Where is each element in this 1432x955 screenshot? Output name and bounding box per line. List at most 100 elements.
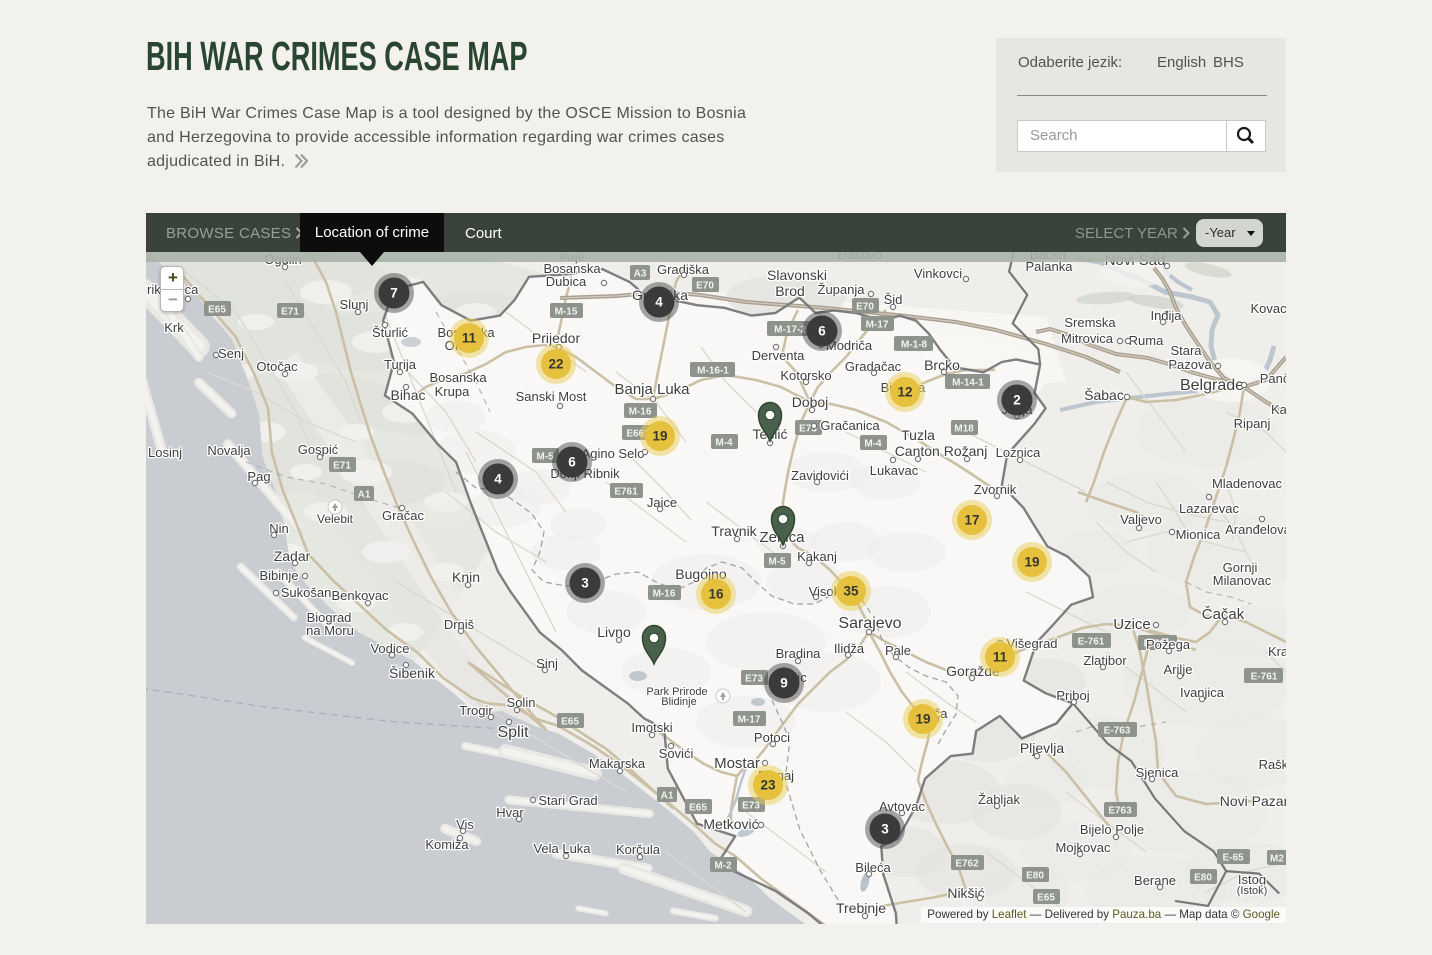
svg-text:Dubica: Dubica	[546, 274, 587, 289]
svg-text:22: 22	[548, 357, 563, 372]
svg-text:Split: Split	[497, 724, 529, 741]
svg-text:Banja Luka: Banja Luka	[614, 381, 690, 398]
svg-text:Novi Pazar: Novi Pazar	[1220, 793, 1286, 809]
svg-text:Kovaci: Kovaci	[1250, 301, 1286, 316]
svg-text:Belgrade: Belgrade	[1180, 377, 1244, 394]
svg-text:E65: E65	[561, 717, 579, 728]
svg-text:A1: A1	[661, 791, 674, 802]
svg-text:M-5: M-5	[536, 452, 554, 463]
svg-text:E65: E65	[208, 305, 226, 316]
svg-text:Pazova: Pazova	[1168, 357, 1212, 372]
svg-text:Solin: Solin	[507, 695, 536, 710]
svg-text:Losinj: Losinj	[148, 445, 182, 460]
svg-text:9: 9	[780, 676, 788, 691]
svg-text:11: 11	[462, 331, 477, 346]
svg-text:4: 4	[655, 295, 663, 310]
svg-text:Tuzla: Tuzla	[901, 427, 935, 443]
svg-text:E80: E80	[1194, 873, 1212, 884]
svg-text:E70: E70	[696, 281, 714, 292]
svg-text:Bileća: Bileća	[855, 860, 891, 875]
svg-text:Županja: Županja	[818, 282, 866, 297]
svg-text:16: 16	[708, 587, 724, 602]
svg-text:M-1-8: M-1-8	[901, 340, 928, 351]
svg-text:Gračanica: Gračanica	[820, 418, 880, 433]
svg-text:Lazarevac: Lazarevac	[1179, 501, 1239, 516]
svg-text:M18: M18	[954, 424, 974, 435]
svg-text:E-761: E-761	[1078, 637, 1105, 648]
svg-text:Blidinje: Blidinje	[661, 696, 696, 708]
svg-text:Travnik: Travnik	[711, 523, 757, 539]
svg-text:Mladenovac: Mladenovac	[1212, 476, 1283, 491]
svg-text:Sukošan: Sukošan	[281, 585, 332, 600]
svg-text:M-4: M-4	[715, 438, 733, 449]
svg-text:35: 35	[843, 584, 859, 599]
svg-text:E73: E73	[742, 801, 760, 812]
svg-text:Sremska: Sremska	[1064, 315, 1116, 330]
svg-text:Derventa: Derventa	[752, 348, 806, 363]
svg-text:Zavidovići: Zavidovići	[791, 468, 849, 483]
svg-text:E73: E73	[745, 674, 763, 685]
svg-text:E762: E762	[955, 859, 979, 870]
svg-text:17: 17	[964, 513, 979, 528]
svg-text:Pag: Pag	[247, 469, 270, 484]
svg-text:3: 3	[881, 822, 889, 837]
svg-text:Stari Grad: Stari Grad	[538, 793, 597, 808]
svg-text:Vinkovci: Vinkovci	[914, 266, 962, 281]
svg-text:Šabac: Šabac	[1084, 387, 1124, 403]
svg-text:E761: E761	[614, 487, 638, 498]
svg-text:M-17: M-17	[866, 320, 889, 331]
svg-text:M-5: M-5	[768, 557, 786, 568]
svg-text:Trebinje: Trebinje	[836, 900, 886, 916]
svg-text:E80: E80	[1026, 871, 1044, 882]
svg-text:(Istok): (Istok)	[1237, 885, 1268, 897]
svg-text:Lukavac: Lukavac	[870, 463, 919, 478]
svg-text:Ripanj: Ripanj	[1234, 416, 1271, 431]
svg-text:E763: E763	[1108, 806, 1132, 817]
svg-text:Livno: Livno	[597, 624, 631, 640]
svg-text:Novalja: Novalja	[207, 443, 251, 458]
svg-text:E-65: E-65	[1222, 853, 1244, 864]
svg-text:Vela Luka: Vela Luka	[533, 841, 591, 856]
svg-text:Canton Rožanj: Canton Rožanj	[895, 443, 988, 459]
svg-text:Otočac: Otočac	[256, 359, 298, 374]
svg-text:M-4: M-4	[864, 439, 882, 450]
svg-text:Metković: Metković	[703, 816, 758, 832]
svg-text:M-15: M-15	[555, 307, 578, 318]
svg-text:Šturlić: Šturlić	[372, 325, 409, 340]
svg-text:Milanovac: Milanovac	[1213, 573, 1272, 588]
svg-text:6: 6	[568, 455, 576, 470]
svg-text:Mitrovica: Mitrovica	[1061, 331, 1114, 346]
svg-text:Sjenica: Sjenica	[1136, 765, 1179, 780]
svg-text:Benkovac: Benkovac	[331, 588, 389, 603]
svg-text:Krupa: Krupa	[435, 384, 470, 399]
svg-text:Bosanska: Bosanska	[429, 370, 487, 385]
svg-text:Mostar: Mostar	[714, 755, 760, 772]
svg-text:Stara: Stara	[1170, 343, 1202, 358]
svg-text:Prijedor: Prijedor	[532, 330, 581, 346]
svg-text:Valjevo: Valjevo	[1120, 512, 1162, 527]
svg-text:Raška: Raška	[1259, 757, 1286, 772]
svg-text:Sanski Most: Sanski Most	[516, 389, 587, 404]
svg-text:E71: E71	[281, 307, 299, 318]
svg-text:Kralj: Kralj	[1268, 644, 1286, 659]
svg-text:E-763: E-763	[1104, 726, 1131, 737]
svg-text:M-17: M-17	[738, 715, 761, 726]
svg-text:M-2: M-2	[714, 861, 732, 872]
svg-text:Krk: Krk	[164, 320, 184, 335]
svg-text:M-16-1: M-16-1	[697, 366, 729, 377]
svg-text:Šibenik: Šibenik	[389, 665, 436, 681]
svg-text:M2: M2	[1270, 854, 1284, 865]
svg-text:Makarska: Makarska	[589, 756, 646, 771]
svg-text:E-761: E-761	[1251, 672, 1278, 683]
svg-text:2: 2	[1013, 393, 1021, 408]
svg-text:A1: A1	[358, 490, 371, 501]
svg-text:M-17-2: M-17-2	[774, 325, 806, 336]
svg-text:Ruma: Ruma	[1129, 333, 1164, 348]
svg-text:Bibinje: Bibinje	[259, 568, 298, 583]
svg-text:na Moru: na Moru	[306, 623, 354, 638]
svg-text:E71: E71	[333, 461, 351, 472]
svg-text:Senj: Senj	[218, 346, 244, 361]
svg-text:E70: E70	[856, 302, 874, 313]
svg-text:Bijelo Polje: Bijelo Polje	[1080, 822, 1144, 837]
svg-text:6: 6	[818, 324, 826, 339]
